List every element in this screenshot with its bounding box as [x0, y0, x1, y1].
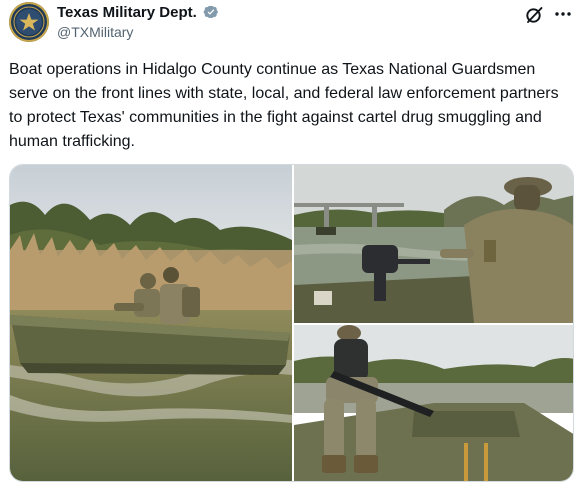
- post-header: Texas Military Dept. @TXMilitary: [0, 0, 578, 50]
- photo-guardsman-bow[interactable]: [294, 325, 573, 481]
- grok-icon[interactable]: [524, 5, 544, 25]
- media-grid: [9, 164, 574, 482]
- photo-boat-two-guardsmen[interactable]: [10, 165, 292, 481]
- star-seal-icon: [13, 6, 45, 38]
- photo-guardsman-motor[interactable]: [294, 165, 573, 323]
- post-text: Boat operations in Hidalgo County contin…: [9, 61, 559, 150]
- display-name[interactable]: Texas Military Dept.: [57, 4, 197, 21]
- avatar[interactable]: [9, 2, 49, 42]
- handle[interactable]: @TXMilitary: [57, 24, 133, 40]
- verified-badge-icon: [203, 5, 218, 19]
- more-icon[interactable]: [553, 4, 573, 24]
